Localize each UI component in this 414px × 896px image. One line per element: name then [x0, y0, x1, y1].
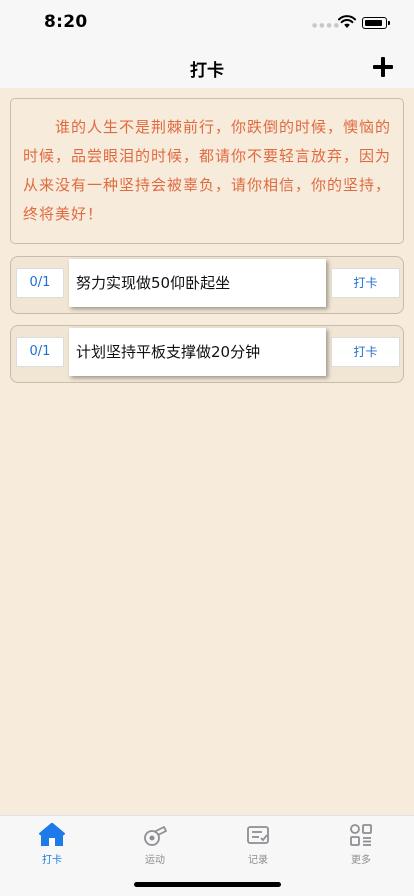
wifi-icon — [338, 15, 356, 28]
whistle-icon — [144, 826, 167, 846]
battery-icon — [362, 17, 390, 29]
home-indicator[interactable] — [134, 882, 281, 887]
tab-sport[interactable]: 运动 — [115, 822, 195, 870]
signal-dots-icon: ●●●● — [312, 22, 341, 29]
checkin-screen: 8:20 ●●●● 打卡 谁的人生不是荆棘前行，你跌倒的时候，懊恼的时候，品尝眼… — [0, 0, 414, 896]
task-progress-count: 0/1 — [16, 337, 64, 367]
navigation-bar: 打卡 — [0, 46, 414, 88]
tab-bar: 打卡 运动 记录 更多 — [0, 815, 414, 896]
status-time: 8:20 — [44, 12, 88, 32]
grid-menu-icon — [350, 824, 372, 846]
checkin-button[interactable]: 打卡 — [331, 337, 400, 367]
status-bar: 8:20 ●●●● — [0, 0, 414, 46]
motivational-quote-card: 谁的人生不是荆棘前行，你跌倒的时候，懊恼的时候，品尝眼泪的时候，都请你不要轻言放… — [10, 98, 404, 244]
task-name[interactable]: 努力实现做50仰卧起坐 — [69, 259, 326, 307]
tab-record[interactable]: 记录 — [218, 822, 298, 870]
tab-label: 运动 — [145, 855, 165, 866]
tab-label: 打卡 — [42, 855, 62, 866]
home-icon — [39, 822, 65, 846]
quote-text: 谁的人生不是荆棘前行，你跌倒的时候，懊恼的时候，品尝眼泪的时候，都请你不要轻言放… — [23, 118, 392, 223]
tab-checkin[interactable]: 打卡 — [12, 822, 92, 870]
tab-more[interactable]: 更多 — [321, 822, 401, 870]
task-row: 0/1 努力实现做50仰卧起坐 打卡 — [10, 256, 404, 314]
task-progress-count: 0/1 — [16, 268, 64, 298]
page-title: 打卡 — [190, 61, 224, 81]
task-name[interactable]: 计划坚持平板支撑做20分钟 — [69, 328, 326, 376]
tab-label: 更多 — [351, 855, 371, 866]
ticket-icon — [247, 826, 269, 844]
add-plus-icon[interactable] — [370, 54, 396, 80]
task-row: 0/1 计划坚持平板支撑做20分钟 打卡 — [10, 325, 404, 383]
tab-label: 记录 — [248, 855, 268, 866]
checkin-button[interactable]: 打卡 — [331, 268, 400, 298]
